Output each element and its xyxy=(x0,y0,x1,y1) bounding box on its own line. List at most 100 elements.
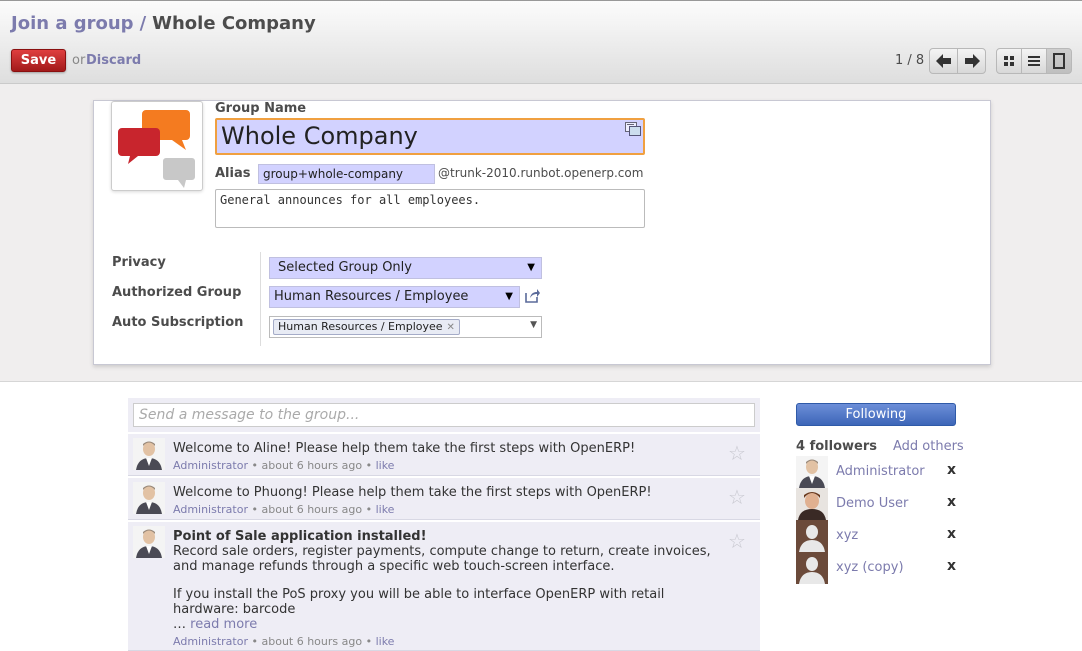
alias-input[interactable]: group+whole-company xyxy=(258,164,435,184)
message-text: Welcome to Aline! Please help them take … xyxy=(173,441,636,456)
group-name-label: Group Name xyxy=(215,101,307,116)
message-item: Welcome to Aline! Please help them take … xyxy=(128,434,760,476)
follower-item: Demo User x xyxy=(796,488,956,520)
message-body: Welcome to Aline! Please help them take … xyxy=(173,441,723,473)
avatar[interactable] xyxy=(796,520,828,552)
pager-counter: 1 / 8 xyxy=(895,53,925,68)
message-time: about 6 hours ago xyxy=(261,503,363,516)
message-input[interactable]: Send a message to the group... xyxy=(133,403,755,427)
message-item: Welcome to Phuong! Please help them take… xyxy=(128,478,760,520)
read-more-row: … read more xyxy=(173,617,723,632)
message-composer: Send a message to the group... xyxy=(128,398,760,432)
like-link[interactable]: like xyxy=(376,459,395,472)
add-followers-link[interactable]: Add others xyxy=(893,439,964,454)
read-more-link[interactable]: read more xyxy=(190,617,257,632)
authorized-group-value: Human Resources / Employee xyxy=(274,289,469,304)
list-icon xyxy=(1028,56,1040,66)
message-item: Point of Sale application installed! Rec… xyxy=(128,522,760,651)
external-link-icon[interactable] xyxy=(524,288,540,304)
pager-previous-button[interactable] xyxy=(929,48,958,74)
tag-label: Human Resources / Employee xyxy=(278,320,443,333)
chevron-down-icon: ▼ xyxy=(527,262,535,273)
message-meta: Administrator • about 6 hours ago • like xyxy=(173,503,395,516)
like-link[interactable]: like xyxy=(376,503,395,516)
auto-subscription-label: Auto Subscription xyxy=(112,315,244,330)
message-time: about 6 hours ago xyxy=(261,459,363,472)
pager-next-button[interactable] xyxy=(957,48,986,74)
chevron-down-icon: ▼ xyxy=(505,291,513,302)
alias-label: Alias xyxy=(215,166,251,181)
privacy-select[interactable]: Selected Group Only ▼ xyxy=(269,257,542,279)
administrator-avatar-icon xyxy=(133,482,165,514)
form-view-button[interactable] xyxy=(1046,48,1072,74)
kanban-view-button[interactable] xyxy=(996,48,1022,74)
avatar[interactable] xyxy=(133,482,165,514)
star-icon[interactable]: ☆ xyxy=(728,529,746,553)
privacy-select-value: Selected Group Only xyxy=(278,260,412,275)
ellipsis: … xyxy=(173,617,186,632)
avatar[interactable] xyxy=(796,552,828,584)
remove-follower-button[interactable]: x xyxy=(947,462,956,478)
follower-name[interactable]: Demo User xyxy=(836,496,908,511)
list-view-button[interactable] xyxy=(1021,48,1047,74)
follower-item: xyz (copy) x xyxy=(796,552,956,584)
authorized-group-select[interactable]: Human Resources / Employee ▼ xyxy=(269,286,520,308)
page-title: Whole Company xyxy=(152,13,316,34)
message-meta: Administrator • about 6 hours ago • like xyxy=(173,459,395,472)
follower-name[interactable]: Administrator xyxy=(836,464,925,479)
administrator-avatar-icon xyxy=(133,526,165,558)
message-text: Welcome to Phuong! Please help them take… xyxy=(173,485,652,500)
breadcrumb-parent-link[interactable]: Join a group xyxy=(11,13,134,34)
grid-icon xyxy=(1004,56,1014,66)
discard-button[interactable]: Discard xyxy=(86,53,141,68)
save-button[interactable]: Save xyxy=(11,49,66,72)
administrator-avatar-icon xyxy=(796,456,828,488)
alias-domain: @trunk-2010.runbot.openerp.com xyxy=(438,166,644,180)
avatar[interactable] xyxy=(133,438,165,470)
message-author-link[interactable]: Administrator xyxy=(173,503,248,516)
demo-user-avatar-icon xyxy=(796,488,828,520)
auto-subscription-tag: Human Resources / Employee ✕ xyxy=(273,319,460,335)
group-name-input[interactable]: Whole Company xyxy=(215,118,645,155)
breadcrumb-separator: / xyxy=(139,13,147,34)
remove-follower-button[interactable]: x xyxy=(947,494,956,510)
description-textarea[interactable]: General announces for all employees. xyxy=(215,189,645,228)
message-text-continued: If you install the PoS proxy you will be… xyxy=(173,587,665,617)
message-body: Welcome to Phuong! Please help them take… xyxy=(173,485,723,517)
placeholder-avatar-icon xyxy=(796,552,828,584)
tag-remove-icon[interactable]: ✕ xyxy=(447,322,455,333)
avatar[interactable] xyxy=(796,456,828,488)
privacy-label: Privacy xyxy=(112,255,166,270)
or-label: or xyxy=(72,53,86,68)
avatar[interactable] xyxy=(133,526,165,558)
like-link[interactable]: like xyxy=(376,635,395,648)
breadcrumb: Join a group / Whole Company xyxy=(11,13,316,34)
avatar[interactable] xyxy=(796,488,828,520)
message-author-link[interactable]: Administrator xyxy=(173,635,248,648)
follower-name[interactable]: xyz xyxy=(836,528,858,543)
administrator-avatar-icon xyxy=(133,438,165,470)
star-icon[interactable]: ☆ xyxy=(728,441,746,465)
remove-follower-button[interactable]: x xyxy=(947,526,956,542)
chevron-down-icon[interactable]: ▼ xyxy=(530,320,537,330)
follower-item: xyz x xyxy=(796,520,956,552)
control-panel: Join a group / Whole Company Save or Disca… xyxy=(0,0,1082,84)
followers-count: 4 followers xyxy=(796,439,877,454)
follower-item: Administrator x xyxy=(796,456,956,488)
follower-name[interactable]: xyz (copy) xyxy=(836,560,904,575)
auto-subscription-input[interactable]: Human Resources / Employee ✕ ▼ xyxy=(269,316,542,338)
arrow-left-icon xyxy=(935,54,951,68)
authorized-group-label: Authorized Group xyxy=(112,285,242,300)
field-divider xyxy=(260,252,261,346)
star-icon[interactable]: ☆ xyxy=(728,485,746,509)
following-button[interactable]: Following xyxy=(796,403,956,426)
chat-bubbles-icon xyxy=(118,110,195,188)
message-time: about 6 hours ago xyxy=(261,635,363,648)
message-author-link[interactable]: Administrator xyxy=(173,459,248,472)
form-icon xyxy=(1053,53,1065,69)
translate-icon[interactable] xyxy=(625,122,641,137)
remove-follower-button[interactable]: x xyxy=(947,558,956,574)
message-body: Point of Sale application installed! Rec… xyxy=(173,529,723,649)
arrow-right-icon xyxy=(964,54,980,68)
group-image[interactable] xyxy=(111,101,203,191)
